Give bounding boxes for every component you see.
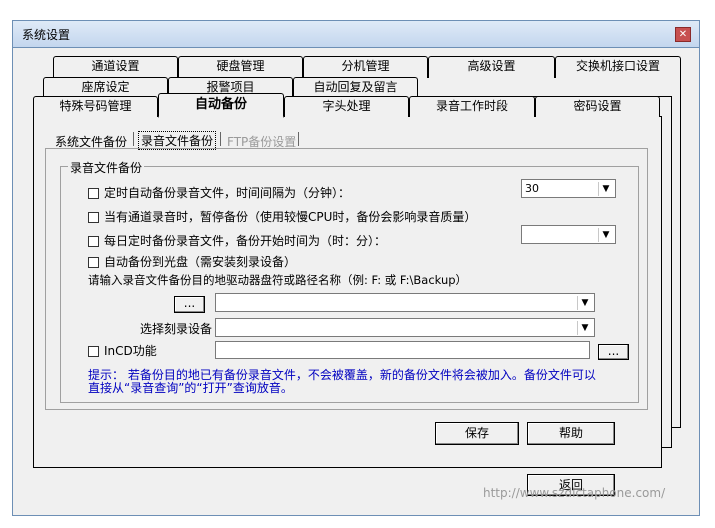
interval-select[interactable]: 30 ▼ xyxy=(521,179,616,198)
tab-extension-management[interactable]: 分机管理 xyxy=(303,56,428,78)
window-title: 系统设置 xyxy=(22,28,71,42)
tab-advanced-settings[interactable]: 高级设置 xyxy=(428,56,555,78)
incd-label: InCD功能 xyxy=(104,344,157,358)
subtab-separator xyxy=(298,132,299,146)
chevron-down-icon[interactable]: ▼ xyxy=(577,296,592,310)
tab-switch-interface[interactable]: 交换机接口设置 xyxy=(555,56,681,78)
tab-recording-hours[interactable]: 录音工作时段 xyxy=(409,96,535,117)
cd-backup-checkbox[interactable] xyxy=(88,257,99,268)
tab-seat-settings[interactable]: 座席设定 xyxy=(43,77,168,97)
chevron-down-icon[interactable]: ▼ xyxy=(577,321,592,335)
tab-special-numbers[interactable]: 特殊号码管理 xyxy=(33,96,158,117)
tab-disk-management[interactable]: 硬盘管理 xyxy=(178,56,303,78)
daily-backup-checkbox[interactable] xyxy=(88,236,99,247)
save-button[interactable]: 保存 xyxy=(435,422,519,445)
timed-backup-label: 定时自动备份录音文件，时间间隔为（分钟）： xyxy=(104,186,351,200)
daily-backup-label: 每日定时备份录音文件，备份开始时间为（时：分）： xyxy=(104,234,387,248)
chevron-down-icon[interactable]: ▼ xyxy=(598,228,613,242)
pause-backup-label: 当有通道录音时，暂停备份（使用较慢CPU时，备份会影响录音质量） xyxy=(104,210,477,224)
group-title: 录音文件备份 xyxy=(68,159,145,176)
subtab-system-backup[interactable]: 系统文件备份 xyxy=(55,133,127,150)
hint-line-2: 直接从“录音查询”的“打开”查询放音。 xyxy=(88,381,293,395)
path-prompt: 请输入录音文件备份目的地驱动器盘符或路径名称（例: F: 或 F:\Backup… xyxy=(88,273,468,287)
daily-time-select[interactable]: ▼ xyxy=(521,225,616,244)
cd-backup-label: 自动备份到光盘（需安装刻录设备） xyxy=(104,255,297,269)
path-select[interactable]: ▼ xyxy=(215,293,595,312)
timed-backup-checkbox[interactable] xyxy=(88,188,99,199)
interval-value: 30 xyxy=(525,182,539,195)
subtab-ftp-backup[interactable]: FTP备份设置 xyxy=(227,133,296,150)
close-icon[interactable]: ✕ xyxy=(675,27,691,42)
tab-password-settings[interactable]: 密码设置 xyxy=(535,96,660,117)
incd-browse-button[interactable]: ... xyxy=(598,344,629,360)
help-button[interactable]: 帮助 xyxy=(527,422,615,445)
chevron-down-icon[interactable]: ▼ xyxy=(598,182,613,196)
burner-label: 选择刻录设备 xyxy=(140,322,213,336)
subtab-separator xyxy=(133,132,134,146)
incd-field[interactable] xyxy=(215,341,590,359)
title-bar[interactable] xyxy=(12,20,700,48)
subtab-separator xyxy=(220,132,221,146)
tab-auto-backup[interactable]: 自动备份 xyxy=(158,93,284,118)
subtab-recording-backup[interactable]: 录音文件备份 xyxy=(138,131,217,150)
pause-backup-checkbox[interactable] xyxy=(88,212,99,223)
tab-channel-settings[interactable]: 通道设置 xyxy=(53,56,178,78)
hint-line-1: 提示： 若备份目的地已有备份录音文件，不会被覆盖，新的备份文件将会被加入。备份文… xyxy=(88,368,596,382)
tab-auto-reply[interactable]: 自动回复及留言 xyxy=(293,77,418,97)
watermark-text: http://www.szdictaphone.com/ xyxy=(483,486,666,500)
tab-prefix-processing[interactable]: 字头处理 xyxy=(284,96,409,117)
incd-checkbox[interactable] xyxy=(88,346,99,357)
path-browse-button[interactable]: ... xyxy=(174,296,205,313)
burner-select[interactable]: ▼ xyxy=(215,318,595,337)
